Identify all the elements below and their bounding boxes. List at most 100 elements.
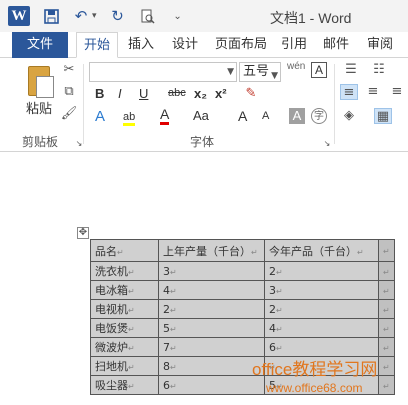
- strikethrough-button[interactable]: abc: [168, 87, 186, 99]
- table-cell[interactable]: 吸尘器↵: [90, 375, 159, 395]
- numbering-icon[interactable]: ☷: [370, 62, 388, 78]
- bold-button[interactable]: B: [95, 86, 104, 101]
- table-cell[interactable]: 3↵: [264, 280, 379, 300]
- table-header-cell[interactable]: 今年产品（千台）↵: [264, 239, 379, 262]
- table-cell[interactable]: 3↵: [158, 261, 265, 281]
- ribbon-home: 粘贴 ✂ ⧉ 🖌 剪贴板 ↘ ▼ 五号 ▼ wén A B I U abc x₂…: [0, 58, 408, 152]
- copy-icon[interactable]: ⧉: [60, 84, 78, 100]
- table-row: 电饭煲↵ 5↵ 4↵ ↵: [90, 318, 395, 338]
- row-end-mark: ↵: [378, 261, 395, 281]
- row-end-mark: ↵: [378, 375, 395, 395]
- tab-insert[interactable]: 插入: [126, 32, 156, 58]
- window-title: 文档1 - Word: [270, 10, 352, 26]
- font-color-button[interactable]: A: [160, 106, 170, 125]
- font-group-label: 字体: [190, 135, 215, 149]
- quick-access-toolbar: W ↶ ▾ ↻ ⌄: [8, 6, 187, 26]
- table-row: 电冰箱↵ 4↵ 3↵ ↵: [90, 280, 395, 300]
- highlight-button[interactable]: ab: [123, 108, 136, 126]
- print-preview-icon[interactable]: [139, 7, 157, 25]
- table-header-cell[interactable]: 品名↵: [90, 239, 159, 262]
- table-cell[interactable]: 4↵: [158, 280, 265, 300]
- row-end-mark: ↵: [378, 356, 395, 376]
- char-shading-button[interactable]: A: [289, 108, 305, 124]
- table-row: 洗衣机↵ 3↵ 2↵ ↵: [90, 261, 395, 281]
- font-size-select[interactable]: 五号 ▼: [239, 62, 281, 82]
- shading-icon[interactable]: ◈: [340, 108, 358, 124]
- watermark-text: office教程学习网: [252, 360, 378, 379]
- cut-icon[interactable]: ✂: [60, 62, 78, 78]
- chevron-down-icon: ▼: [227, 67, 234, 77]
- table-cell[interactable]: 电视机↵: [90, 299, 159, 319]
- customize-qat-icon[interactable]: ⌄: [169, 7, 187, 25]
- align-left-icon[interactable]: ≡: [340, 84, 358, 100]
- table-cell[interactable]: 2↵: [264, 261, 379, 281]
- tab-design[interactable]: 设计: [170, 32, 200, 58]
- watermark-url: www.office68.com: [266, 381, 363, 395]
- grow-font-button[interactable]: A: [238, 108, 247, 124]
- table-cell[interactable]: 2↵: [158, 299, 265, 319]
- save-icon[interactable]: [42, 7, 60, 25]
- word-logo-icon: W: [8, 6, 30, 26]
- highlight-label: ab: [123, 111, 136, 126]
- font-name-select[interactable]: ▼: [89, 62, 237, 82]
- align-center-icon[interactable]: ≡: [364, 84, 382, 100]
- tab-file[interactable]: 文件: [12, 32, 68, 58]
- row-end-mark: ↵: [378, 280, 395, 300]
- text-effects-button[interactable]: A: [95, 108, 105, 125]
- row-end-mark: ↵: [378, 239, 395, 262]
- undo-icon[interactable]: ↶: [72, 7, 90, 25]
- row-end-mark: ↵: [378, 337, 395, 357]
- paste-button-label[interactable]: 粘贴: [26, 98, 52, 117]
- table-cell[interactable]: 8↵: [158, 356, 265, 376]
- phonetic-guide-label: wén: [287, 61, 306, 72]
- table-cell[interactable]: 6↵: [264, 337, 379, 357]
- table-row: 微波炉↵ 7↵ 6↵ ↵: [90, 337, 395, 357]
- format-painter-icon[interactable]: 🖌: [60, 106, 78, 122]
- tab-review[interactable]: 审阅: [366, 32, 394, 58]
- shrink-font-button[interactable]: A: [262, 110, 269, 122]
- redo-icon[interactable]: ↻: [109, 7, 127, 25]
- align-right-icon[interactable]: ≡: [388, 84, 406, 100]
- table-cell[interactable]: 4↵: [264, 318, 379, 338]
- title-bar: W ↶ ▾ ↻ ⌄ 文档1 - Word: [0, 0, 408, 32]
- table-cell[interactable]: 2↵: [264, 299, 379, 319]
- table-row: 电视机↵ 2↵ 2↵ ↵: [90, 299, 395, 319]
- table-header-cell[interactable]: 上年产量（千台）↵: [158, 239, 265, 262]
- table-cell[interactable]: 5↵: [158, 318, 265, 338]
- table-cell[interactable]: 微波炉↵: [90, 337, 159, 357]
- tab-home[interactable]: 开始: [76, 32, 118, 58]
- subscript-button[interactable]: x₂: [194, 86, 207, 101]
- borders-icon[interactable]: ▦: [374, 108, 392, 124]
- group-separator: [334, 64, 335, 144]
- tab-references[interactable]: 引用: [280, 32, 308, 58]
- font-color-label: A: [160, 106, 170, 125]
- tab-page-layout[interactable]: 页面布局: [214, 32, 268, 58]
- tab-mailings[interactable]: 邮件: [322, 32, 350, 58]
- group-separator: [83, 64, 84, 144]
- enclose-char-button[interactable]: 字: [311, 108, 327, 124]
- undo-dropdown-icon[interactable]: ▾: [92, 11, 97, 21]
- font-size-value: 五号: [243, 64, 270, 79]
- chevron-down-icon: ▼: [271, 71, 278, 81]
- underline-button[interactable]: U: [139, 86, 148, 101]
- table-cell[interactable]: 电冰箱↵: [90, 280, 159, 300]
- clear-formatting-icon[interactable]: ✎: [242, 86, 260, 102]
- change-case-button[interactable]: Aa: [193, 108, 209, 123]
- bullets-icon[interactable]: ☰: [342, 62, 360, 78]
- table-move-handle-icon[interactable]: ✥: [77, 227, 89, 239]
- italic-button[interactable]: I: [118, 86, 122, 101]
- table-cell[interactable]: 7↵: [158, 337, 265, 357]
- table-cell[interactable]: 洗衣机↵: [90, 261, 159, 281]
- table-header-row: 品名↵ 上年产量（千台）↵ 今年产品（千台）↵ ↵: [90, 239, 395, 262]
- ribbon-tabs: 文件 开始 插入 设计 页面布局 引用 邮件 审阅: [0, 32, 408, 58]
- table-cell[interactable]: 电饭煲↵: [90, 318, 159, 338]
- superscript-button[interactable]: x²: [215, 86, 227, 101]
- clipboard-launcher-icon[interactable]: ↘: [70, 136, 88, 152]
- paste-icon[interactable]: [24, 66, 56, 100]
- table-cell[interactable]: 6↵: [158, 375, 265, 395]
- clipboard-group-label: 剪贴板: [22, 135, 59, 149]
- table-cell[interactable]: 扫地机↵: [90, 356, 159, 376]
- phonetic-guide-button[interactable]: wén: [287, 62, 305, 72]
- char-border-button[interactable]: A: [311, 62, 327, 78]
- row-end-mark: ↵: [378, 318, 395, 338]
